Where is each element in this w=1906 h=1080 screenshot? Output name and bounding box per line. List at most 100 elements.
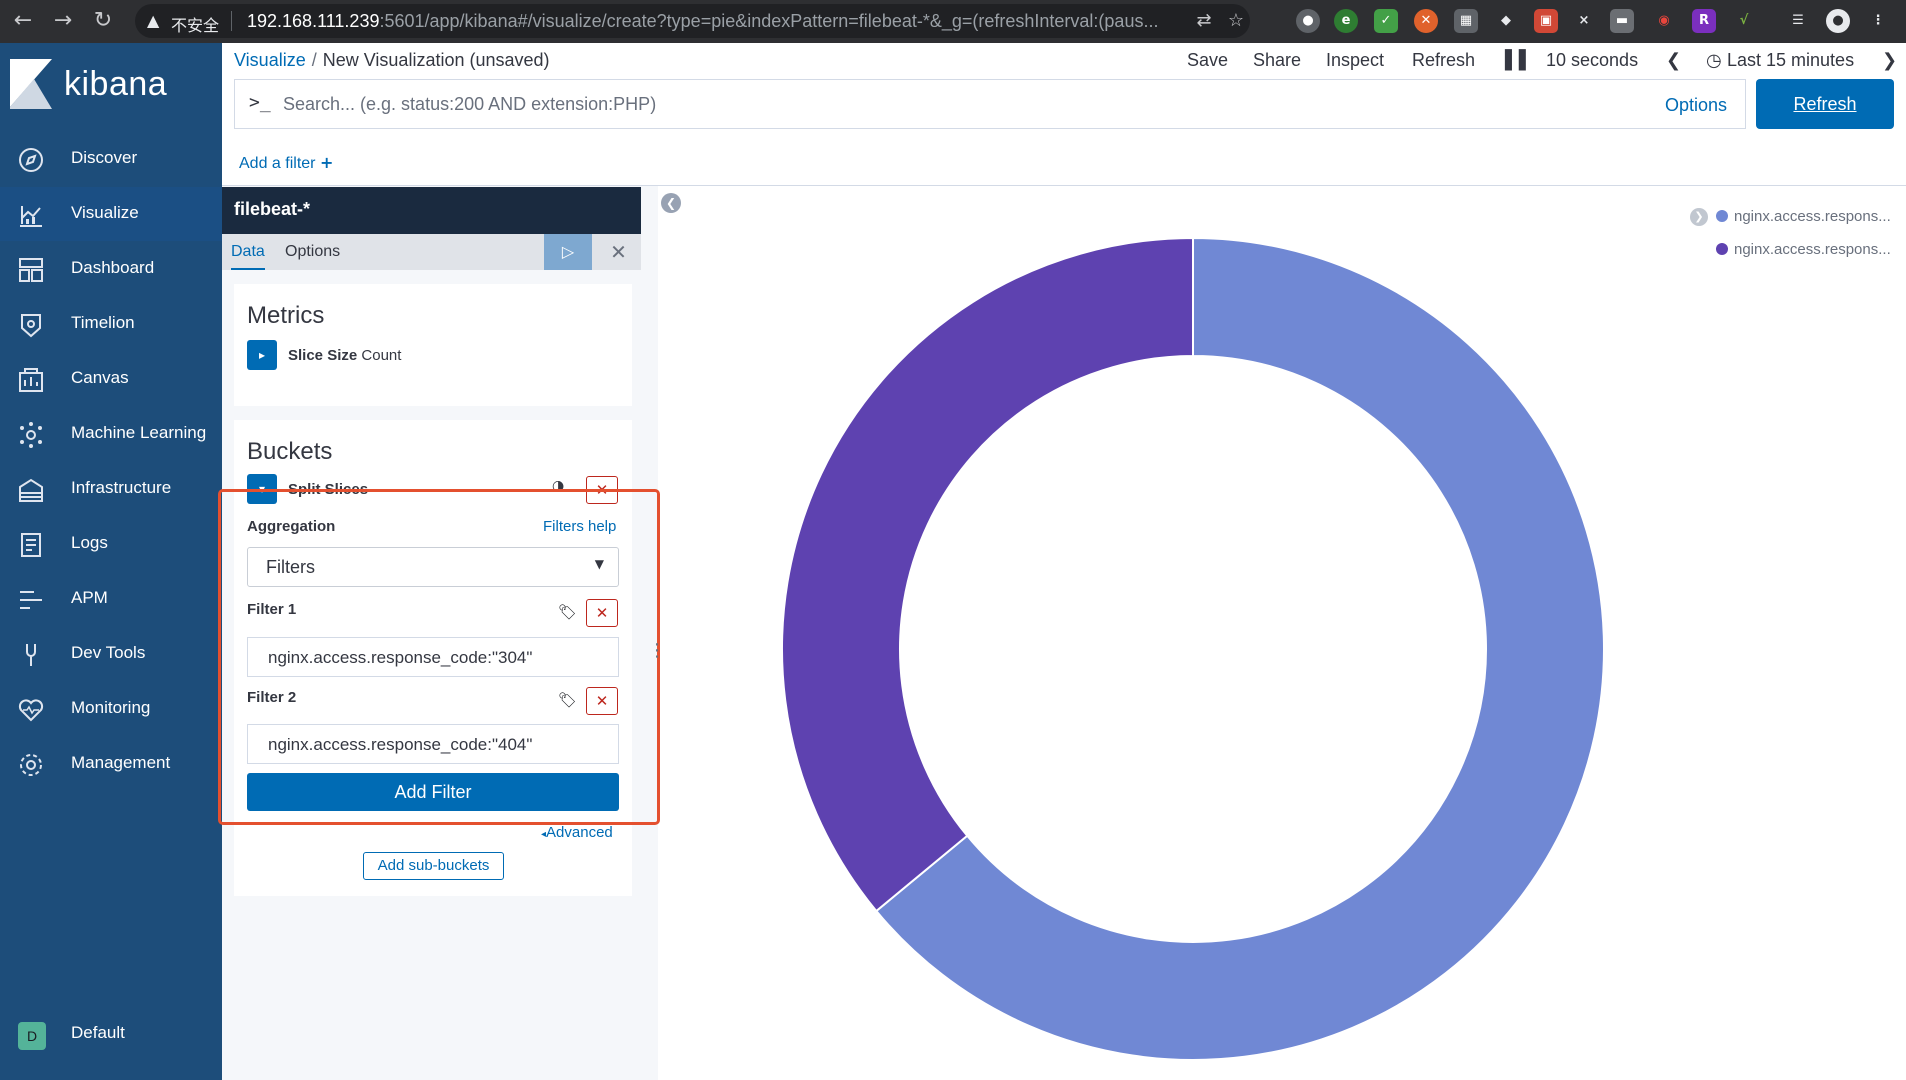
advanced-label: Advanced [546, 824, 613, 841]
sidebar-item-visualize[interactable]: Visualize [0, 187, 222, 241]
sidebar-item-apm[interactable]: APM [0, 572, 222, 626]
filters-help-link[interactable]: Filters help [543, 518, 616, 535]
save-button[interactable]: Save [1187, 50, 1228, 71]
extension-icon[interactable]: ▬ [1610, 9, 1634, 33]
sidebar-item-infrastructure[interactable]: Infrastructure [0, 462, 222, 516]
filter-1-input[interactable]: nginx.access.response_code:"304" [247, 637, 619, 677]
pause-icon[interactable]: ▌▌ [1505, 50, 1533, 71]
reload-icon[interactable]: ↻ [88, 6, 118, 36]
diamond-icon[interactable]: ◆ [1494, 9, 1518, 33]
options-link[interactable]: Options [1665, 95, 1727, 116]
star-icon[interactable]: ☆ [1225, 10, 1247, 32]
page-title: New Visualization (unsaved) [322, 50, 550, 70]
tab-options[interactable]: Options [285, 243, 340, 261]
tag-icon[interactable]: 🏷 [558, 603, 577, 621]
remove-filter-1-button[interactable]: ✕ [586, 599, 618, 627]
brand-name: kibana [64, 65, 168, 103]
space-avatar: D [18, 1022, 46, 1050]
filter-2-label: Filter 2 [247, 689, 297, 706]
legend-toggle-icon[interactable]: ❯ [1690, 208, 1708, 226]
gear-icon [20, 754, 42, 776]
extension-icon[interactable]: ● [1296, 9, 1320, 33]
refresh-interval[interactable]: 10 seconds [1546, 50, 1638, 71]
sidebar-item-monitoring[interactable]: Monitoring [0, 682, 222, 736]
sidebar-item-label: APM [71, 588, 108, 607]
back-icon[interactable]: ← [8, 6, 38, 36]
sidebar-item-dev-tools[interactable]: Dev Tools [0, 627, 222, 681]
evernote-icon[interactable]: e [1334, 9, 1358, 33]
space-selector[interactable]: D Default [0, 1007, 222, 1061]
metric-agg-label[interactable]: Slice Size Count [288, 347, 401, 364]
sidebar-item-canvas[interactable]: Canvas [0, 352, 222, 406]
translate-icon[interactable]: ⇄ [1193, 10, 1215, 32]
sidebar-item-label: Dashboard [71, 258, 155, 277]
menu-icon[interactable]: ⋮ [1866, 9, 1890, 33]
chevron-right-icon[interactable]: ▸ [247, 340, 277, 370]
remove-filter-2-button[interactable]: ✕ [586, 687, 618, 715]
time-picker[interactable]: Last 15 minutes [1727, 50, 1854, 71]
inspect-button[interactable]: Inspect [1326, 50, 1384, 71]
add-filter-label: Add a filter [239, 155, 316, 172]
aggregation-value: Filters [266, 557, 315, 577]
plus-icon: + [319, 153, 334, 172]
address-bar[interactable]: ▲ 不安全 192.168.111.239:5601/app/kibana#/v… [135, 4, 1250, 38]
sidebar-item-dashboard[interactable]: Dashboard [0, 242, 222, 296]
share-button[interactable]: Share [1253, 50, 1301, 71]
extension-icon[interactable]: √ [1732, 9, 1756, 33]
refresh-menu-button[interactable]: Refresh [1412, 50, 1475, 71]
chevron-down-icon[interactable]: ▾ [247, 474, 277, 504]
tab-data[interactable]: Data [231, 243, 265, 270]
sidebar-item-discover[interactable]: Discover [0, 132, 222, 186]
legend-item[interactable]: nginx.access.respons... [1716, 241, 1891, 258]
chevron-right-icon[interactable]: ❯ [1882, 50, 1897, 71]
search-input[interactable]: Search... (e.g. status:200 AND extension… [283, 94, 656, 115]
aggregation-select[interactable]: Filters ▼ [247, 547, 619, 587]
qr-icon[interactable]: ▦ [1454, 9, 1478, 33]
space-label: Default [71, 1023, 125, 1042]
clock-icon: ◷ [1706, 50, 1722, 71]
breadcrumb: Visualize / New Visualization (unsaved) [234, 50, 550, 71]
filter-2-input[interactable]: nginx.access.response_code:"404" [247, 724, 619, 764]
add-sub-buckets-button[interactable]: Add sub-buckets [363, 852, 504, 880]
legend-item[interactable]: nginx.access.respons... [1716, 208, 1891, 225]
sidebar-item-management[interactable]: Management [0, 737, 222, 791]
advanced-toggle[interactable]: ◂Advanced [541, 824, 613, 841]
refresh-button[interactable]: Refresh [1756, 79, 1894, 129]
pie-chart [781, 236, 1605, 1061]
bucket-agg-name[interactable]: Split Slices [288, 481, 368, 498]
extension-icon[interactable]: R [1692, 9, 1716, 33]
caret-down-icon: ▼ [594, 557, 604, 571]
sidebar-item-timelion[interactable]: Timelion [0, 297, 222, 351]
visualize-icon [20, 206, 42, 227]
aggregation-label: Aggregation [247, 518, 336, 535]
shield-extension-icon[interactable]: ✓ [1374, 9, 1398, 33]
breadcrumb-visualize[interactable]: Visualize [234, 50, 306, 70]
url-text[interactable]: 192.168.111.239:5601/app/kibana#/visuali… [247, 11, 1177, 32]
warning-icon: ▲ [147, 11, 160, 30]
close-icon: ✕ [610, 240, 627, 264]
reading-list-icon[interactable]: ☰ [1786, 9, 1810, 33]
apply-changes-button[interactable]: ▷ [544, 234, 592, 270]
extension-icon[interactable]: ▣ [1534, 9, 1558, 33]
browser-toolbar: ← → ↻ ▲ 不安全 192.168.111.239:5601/app/kib… [0, 0, 1906, 43]
legend-color-dot [1716, 210, 1728, 222]
eye-icon[interactable]: ◑ [552, 478, 564, 494]
sidebar-item-logs[interactable]: Logs [0, 517, 222, 571]
close-extension-icon[interactable]: × [1572, 9, 1596, 33]
extension-icon[interactable]: ✕ [1414, 9, 1438, 33]
forward-icon[interactable]: → [48, 6, 78, 36]
apm-icon [20, 591, 42, 609]
add-filter-link[interactable]: Add a filter + [239, 153, 333, 173]
compass-icon [19, 148, 43, 172]
legend-label: nginx.access.respons... [1734, 208, 1891, 225]
remove-bucket-button[interactable]: ✕ [586, 476, 618, 504]
sidebar-item-machine-learning[interactable]: Machine Learning [0, 407, 222, 461]
tag-icon[interactable]: 🏷 [558, 691, 577, 709]
add-filter-button[interactable]: Add Filter [247, 773, 619, 811]
pie-slice[interactable] [781, 236, 1194, 913]
sidebar-item-label: Monitoring [71, 698, 151, 717]
discard-button[interactable]: ✕ [596, 234, 641, 270]
profile-avatar-icon[interactable]: ● [1826, 9, 1850, 33]
target-icon[interactable]: ◉ [1652, 9, 1676, 33]
chevron-left-icon[interactable]: ❮ [1666, 50, 1681, 71]
